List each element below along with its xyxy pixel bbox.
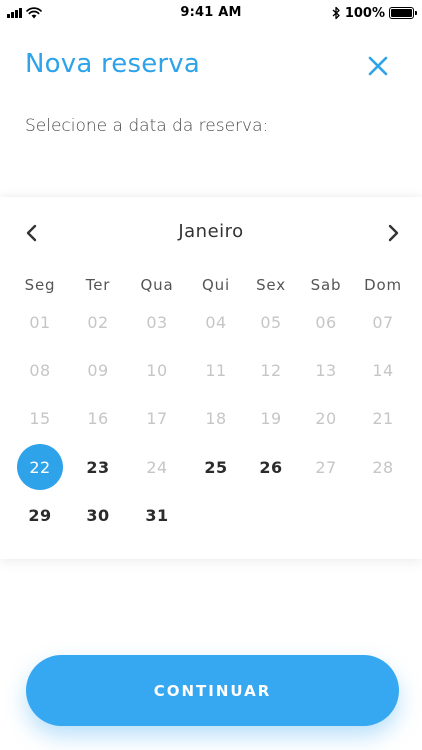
weekday-label: Sex: [256, 276, 286, 294]
month-label: Janeiro: [178, 221, 244, 242]
day-cell[interactable]: 23: [75, 444, 121, 490]
close-button[interactable]: [365, 53, 391, 79]
day-cell: 03: [146, 312, 168, 332]
continue-button[interactable]: CONTINUAR: [26, 655, 399, 726]
day-cell: 24: [146, 457, 168, 477]
close-icon: [368, 56, 388, 76]
day-cell: 16: [87, 408, 109, 428]
bluetooth-icon: [332, 6, 340, 20]
weekday-label: Dom: [364, 276, 402, 294]
status-bar: 9:41 AM 100%: [0, 0, 422, 26]
day-cell[interactable]: 29: [17, 492, 63, 538]
day-cell: 15: [29, 408, 51, 428]
day-cell: 18: [205, 408, 227, 428]
day-cell: 01: [29, 312, 51, 332]
day-cell: 06: [315, 312, 337, 332]
weekday-label: Qua: [140, 276, 174, 294]
status-right: 100%: [332, 4, 417, 22]
page-title: Nova reserva: [25, 49, 201, 79]
day-cell: 21: [372, 408, 394, 428]
weekday-label: Qui: [202, 276, 230, 294]
day-cell: 17: [146, 408, 168, 428]
battery-icon: [389, 7, 417, 19]
day-cell: 14: [372, 360, 394, 380]
day-cell: 05: [260, 312, 282, 332]
subtitle: Selecione a data da reserva:: [25, 116, 269, 136]
day-cell[interactable]: 30: [75, 492, 121, 538]
day-cell: 13: [315, 360, 337, 380]
day-cell[interactable]: 31: [134, 492, 180, 538]
day-cell: 19: [260, 408, 282, 428]
day-cell: 10: [146, 360, 168, 380]
day-cell: 12: [260, 360, 282, 380]
weekday-label: Seg: [24, 276, 56, 294]
battery-percentage: 100%: [344, 5, 385, 21]
day-cell: 09: [87, 360, 109, 380]
day-cell: 28: [372, 457, 394, 477]
day-cell: 20: [315, 408, 337, 428]
day-cell[interactable]: 26: [248, 444, 294, 490]
day-cell: 02: [87, 312, 109, 332]
day-cell: 08: [29, 360, 51, 380]
day-cell: 07: [372, 312, 394, 332]
day-cell-selected[interactable]: 22: [17, 444, 63, 490]
day-cell[interactable]: 25: [193, 444, 239, 490]
calendar: Janeiro Seg Ter Qua Qui Sex Sab Dom 01 02 03 04 05…: [0, 197, 422, 559]
battery-fill: [391, 9, 412, 17]
next-month-button[interactable]: [383, 221, 403, 245]
chevron-right-icon: [388, 224, 399, 242]
weekday-label: Ter: [85, 276, 111, 294]
day-cell: 04: [205, 312, 227, 332]
weekday-label: Sab: [310, 276, 342, 294]
day-cell: 11: [205, 360, 227, 380]
day-cell: 27: [315, 457, 337, 477]
